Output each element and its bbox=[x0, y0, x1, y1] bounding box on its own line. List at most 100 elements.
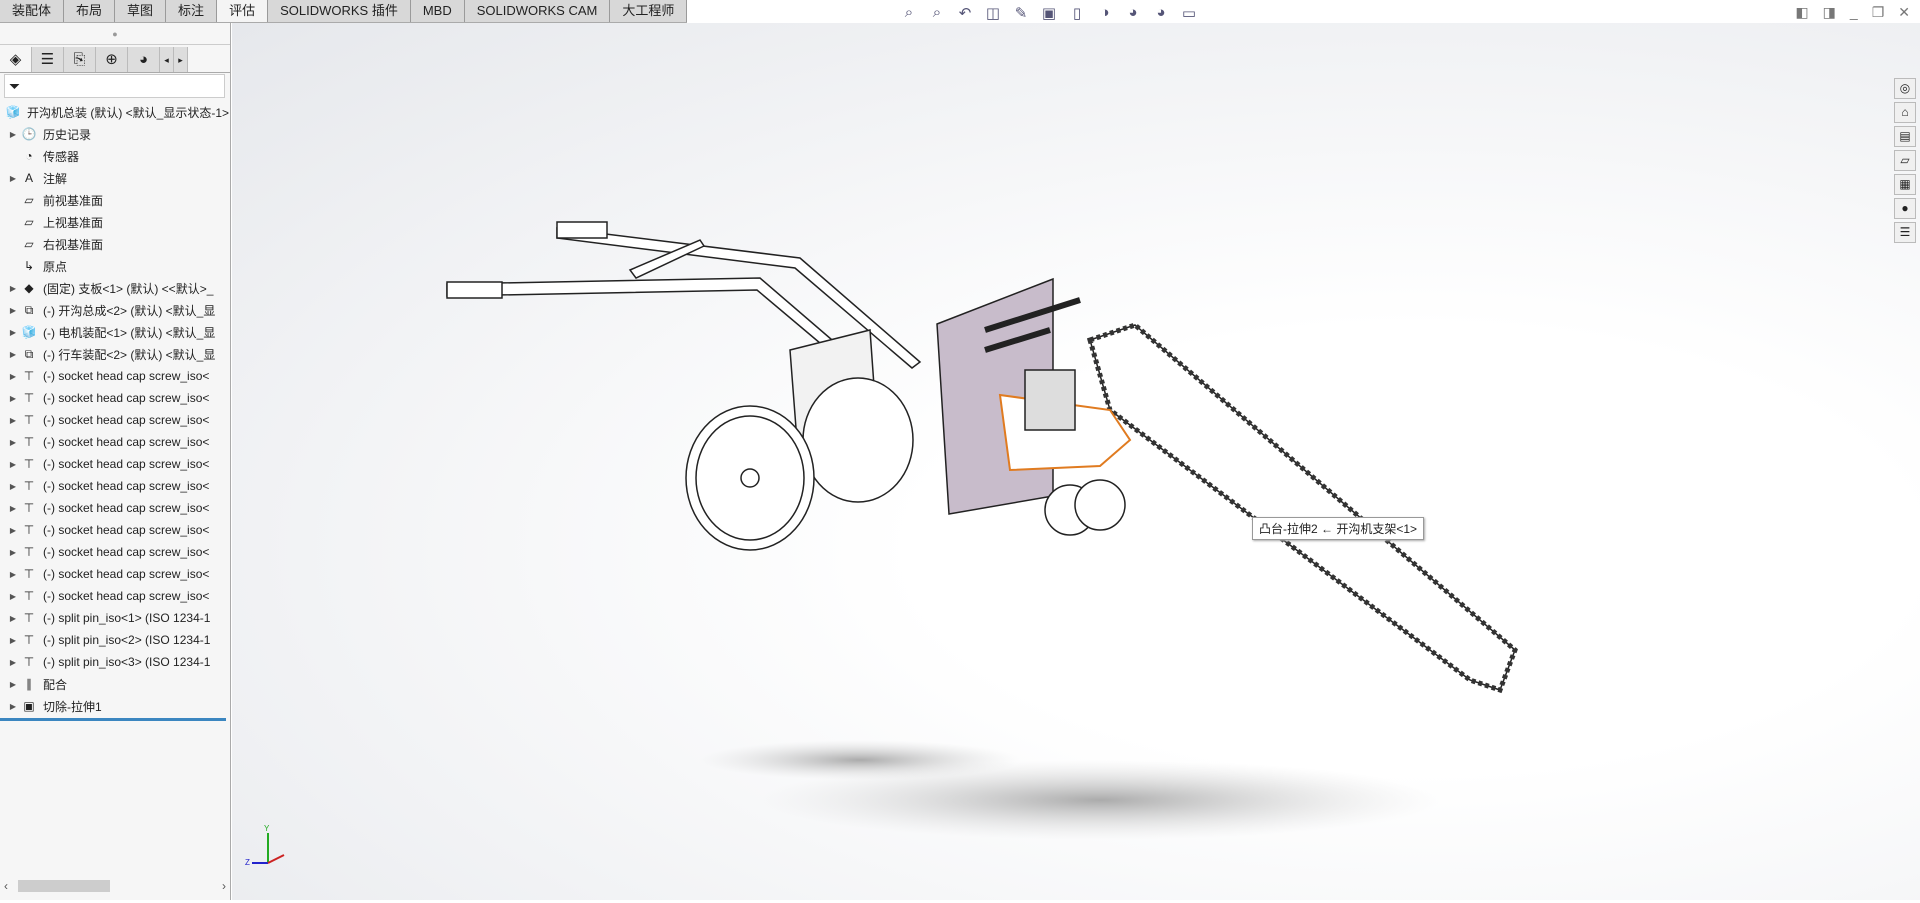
expand-arrow-icon[interactable]: ▶ bbox=[6, 680, 20, 689]
expand-arrow-icon[interactable]: ▶ bbox=[6, 702, 20, 711]
expand-arrow-icon[interactable]: ▶ bbox=[6, 548, 20, 557]
expand-arrow-icon[interactable]: ▶ bbox=[6, 130, 20, 139]
edit-appearance-icon[interactable]: ◕ bbox=[1122, 4, 1144, 26]
tab-2[interactable]: 草图 bbox=[115, 0, 167, 22]
tree-item[interactable]: ↳ 原点 bbox=[0, 255, 230, 277]
expand-arrow-icon[interactable]: ▶ bbox=[6, 658, 20, 667]
expand-arrow-icon[interactable]: ▶ bbox=[6, 328, 20, 337]
scroll-tabs-left-icon[interactable]: ◂ bbox=[160, 47, 174, 72]
tab-5[interactable]: SOLIDWORKS 插件 bbox=[268, 0, 411, 22]
tree-item[interactable]: ▶ ⊤ (-) socket head cap screw_iso< bbox=[0, 585, 230, 607]
view-palette-icon[interactable]: ▦ bbox=[1894, 174, 1916, 195]
tree-item[interactable]: 🧊 开沟机总装 (默认) <默认_显示状态-1> bbox=[0, 101, 230, 123]
hide-show-icon[interactable]: ◑ bbox=[1094, 4, 1116, 26]
design-library-icon[interactable]: ▤ bbox=[1894, 126, 1916, 147]
featuremanager-icon[interactable]: ◈ bbox=[0, 47, 32, 72]
tree-item[interactable]: ▶ ∥ 配合 bbox=[0, 673, 230, 695]
zoom-to-fit-icon[interactable]: ⌕ bbox=[898, 4, 920, 26]
tree-item[interactable]: ▱ 右视基准面 bbox=[0, 233, 230, 255]
section-view-icon[interactable]: ◫ bbox=[982, 4, 1004, 26]
tree-item[interactable]: ▶ 🕒 历史记录 bbox=[0, 123, 230, 145]
tree-item[interactable]: ▶ ⊤ (-) socket head cap screw_iso< bbox=[0, 519, 230, 541]
scroll-tabs-right-icon[interactable]: ▸ bbox=[174, 47, 188, 72]
tree-item[interactable]: ▶ ⊤ (-) socket head cap screw_iso< bbox=[0, 497, 230, 519]
displaymanager-icon[interactable]: ◕ bbox=[128, 47, 160, 72]
tree-item[interactable]: ▶ ⧉ (-) 开沟总成<2> (默认) <默认_显 bbox=[0, 299, 230, 321]
apply-scene-icon[interactable]: ◕ bbox=[1150, 4, 1172, 26]
view-settings-icon[interactable]: ▭ bbox=[1178, 4, 1200, 26]
expand-arrow-icon[interactable]: ▶ bbox=[6, 306, 20, 315]
tree-item[interactable]: ▶ ▣ 切除-拉伸1 bbox=[0, 695, 230, 717]
appearances-icon[interactable]: ● bbox=[1894, 198, 1916, 219]
resources-icon[interactable]: ◎ bbox=[1894, 78, 1916, 99]
expand-arrow-icon[interactable]: ▶ bbox=[6, 614, 20, 623]
previous-document-icon[interactable]: ◧ bbox=[1795, 4, 1808, 21]
home-icon[interactable]: ⌂ bbox=[1894, 102, 1916, 123]
filter-button[interactable]: ⏷ bbox=[4, 74, 225, 98]
expand-arrow-icon[interactable]: ▶ bbox=[6, 482, 20, 491]
horizontal-scrollbar[interactable]: ‹ › bbox=[4, 878, 226, 894]
expand-arrow-icon[interactable]: ▶ bbox=[6, 636, 20, 645]
tab-0[interactable]: 装配体 bbox=[0, 0, 65, 22]
expand-arrow-icon[interactable]: ▶ bbox=[6, 504, 20, 513]
tree-item[interactable]: ▶ ⊤ (-) split pin_iso<2> (ISO 1234-1 bbox=[0, 629, 230, 651]
tree-item[interactable]: ▶ ⊤ (-) socket head cap screw_iso< bbox=[0, 365, 230, 387]
expand-arrow-icon[interactable]: ▶ bbox=[6, 174, 20, 183]
tree-item[interactable]: ▶ ⊤ (-) socket head cap screw_iso< bbox=[0, 387, 230, 409]
tree-item[interactable]: ▶ ◆ (固定) 支板<1> (默认) <<默认>_ bbox=[0, 277, 230, 299]
previous-view-icon[interactable]: ↶ bbox=[954, 4, 976, 26]
tab-6[interactable]: MBD bbox=[410, 0, 465, 22]
panel-grip[interactable]: ● bbox=[0, 23, 230, 45]
expand-arrow-icon[interactable]: ▶ bbox=[6, 416, 20, 425]
tree-item[interactable]: ▶ ⊤ (-) socket head cap screw_iso< bbox=[0, 431, 230, 453]
close-icon[interactable]: ✕ bbox=[1898, 4, 1910, 21]
propertymanager-icon[interactable]: ☰ bbox=[32, 47, 64, 72]
subassembly-icon: ⧉ bbox=[24, 302, 34, 317]
expand-arrow-icon[interactable]: ▶ bbox=[6, 438, 20, 447]
tree-item-label: 右视基准面 bbox=[43, 237, 104, 252]
dimxpert-icon[interactable]: ⊕ bbox=[96, 47, 128, 72]
graphics-viewport[interactable]: 凸台-拉伸2 ← 开沟机支架<1> YZ bbox=[232, 23, 1920, 900]
tree-item[interactable]: ▶ ⊤ (-) socket head cap screw_iso< bbox=[0, 409, 230, 431]
tree-item[interactable]: ◔ 传感器 bbox=[0, 145, 230, 167]
scroll-left-icon[interactable]: ‹ bbox=[4, 879, 8, 893]
tree-item[interactable]: ▶ ⊤ (-) socket head cap screw_iso< bbox=[0, 453, 230, 475]
expand-arrow-icon[interactable]: ▶ bbox=[6, 592, 20, 601]
custom-properties-icon[interactable]: ☰ bbox=[1894, 222, 1916, 243]
tree-item[interactable]: ▶ A 注解 bbox=[0, 167, 230, 189]
tab-8[interactable]: 大工程师 bbox=[610, 0, 688, 22]
scroll-right-icon[interactable]: › bbox=[222, 879, 226, 893]
scroll-thumb[interactable] bbox=[18, 880, 110, 892]
file-explorer-icon[interactable]: ▱ bbox=[1894, 150, 1916, 171]
tree-item[interactable]: ▶ ⊤ (-) split pin_iso<1> (ISO 1234-1 bbox=[0, 607, 230, 629]
tree-item[interactable]: ▶ 🧊 (-) 电机装配<1> (默认) <默认_显 bbox=[0, 321, 230, 343]
tab-7[interactable]: SOLIDWORKS CAM bbox=[464, 0, 611, 22]
tab-4[interactable]: 评估 bbox=[217, 0, 269, 22]
view-orientation-icon[interactable]: ▣ bbox=[1038, 4, 1060, 26]
tab-1[interactable]: 布局 bbox=[64, 0, 116, 22]
minimize-icon[interactable]: _ bbox=[1850, 4, 1858, 21]
tree-item[interactable]: ▶ ⊤ (-) split pin_iso<3> (ISO 1234-1 bbox=[0, 651, 230, 673]
zoom-to-area-icon[interactable]: ⌕ bbox=[926, 4, 948, 26]
dynamic-annotation-icon[interactable]: ✎ bbox=[1010, 4, 1032, 26]
tree-item[interactable]: ▶ ⧉ (-) 行车装配<2> (默认) <默认_显 bbox=[0, 343, 230, 365]
expand-arrow-icon[interactable]: ▶ bbox=[6, 372, 20, 381]
next-document-icon[interactable]: ◨ bbox=[1823, 4, 1836, 21]
triad-icon: YZ bbox=[245, 824, 285, 867]
restore-icon[interactable]: ❐ bbox=[1872, 4, 1885, 21]
rollback-bar[interactable] bbox=[0, 718, 226, 721]
expand-arrow-icon[interactable]: ▶ bbox=[6, 526, 20, 535]
tree-item[interactable]: ▱ 上视基准面 bbox=[0, 211, 230, 233]
tree-item[interactable]: ▶ ⊤ (-) socket head cap screw_iso< bbox=[0, 563, 230, 585]
expand-arrow-icon[interactable]: ▶ bbox=[6, 394, 20, 403]
tab-3[interactable]: 标注 bbox=[166, 0, 218, 22]
expand-arrow-icon[interactable]: ▶ bbox=[6, 460, 20, 469]
tree-item[interactable]: ▱ 前视基准面 bbox=[0, 189, 230, 211]
configurationmanager-icon[interactable]: ⎘ bbox=[64, 47, 96, 72]
tree-item[interactable]: ▶ ⊤ (-) socket head cap screw_iso< bbox=[0, 541, 230, 563]
expand-arrow-icon[interactable]: ▶ bbox=[6, 570, 20, 579]
tree-item[interactable]: ▶ ⊤ (-) socket head cap screw_iso< bbox=[0, 475, 230, 497]
display-style-icon[interactable]: ▯ bbox=[1066, 4, 1088, 26]
expand-arrow-icon[interactable]: ▶ bbox=[6, 284, 20, 293]
expand-arrow-icon[interactable]: ▶ bbox=[6, 350, 20, 359]
